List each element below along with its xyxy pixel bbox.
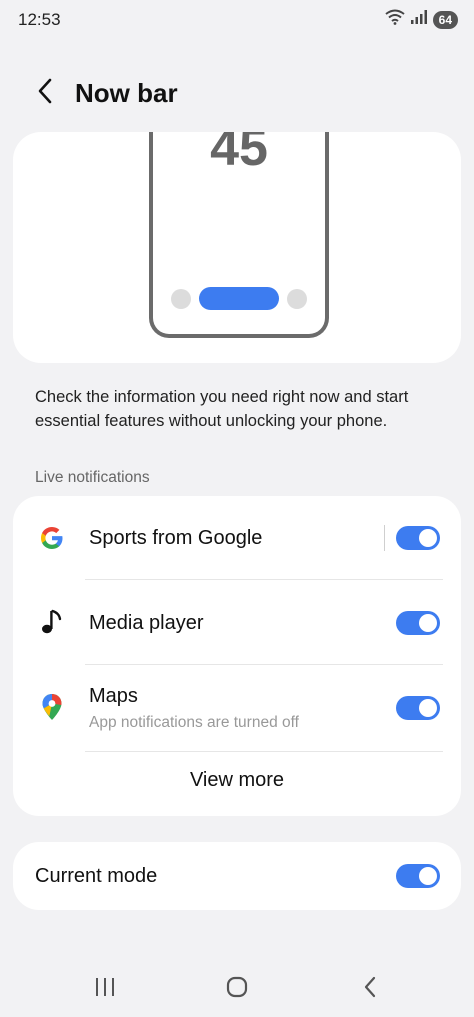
- vertical-separator: [384, 525, 385, 551]
- now-bar-dot-right: [287, 289, 307, 309]
- signal-icon: [410, 10, 427, 29]
- status-time: 12:53: [18, 10, 61, 29]
- back-button[interactable]: [28, 76, 62, 110]
- view-more-button[interactable]: View more: [13, 769, 461, 792]
- recent-apps-icon: [94, 977, 116, 1002]
- list-item-media-player[interactable]: Media player: [13, 580, 461, 664]
- list-item-sports-from-google[interactable]: Sports from Google: [13, 496, 461, 580]
- now-bar-pill: [199, 287, 279, 310]
- preview-card: 45: [13, 132, 461, 363]
- chevron-left-icon: [37, 78, 53, 109]
- battery-icon: 64: [432, 10, 458, 29]
- item-title: Maps: [89, 685, 138, 707]
- maps-pin-icon: [37, 692, 67, 722]
- home-icon: [225, 975, 249, 1004]
- list-item-maps[interactable]: Maps App notifications are turned off: [13, 665, 461, 751]
- section-label-live-notifications: Live notifications: [35, 469, 150, 486]
- description-text: Check the information you need right now…: [35, 388, 409, 430]
- sports-from-google-toggle[interactable]: [396, 526, 440, 550]
- now-bar-dot-left: [171, 289, 191, 309]
- google-icon: [37, 523, 67, 553]
- live-notifications-list: Sports from Google Media player Maps App…: [13, 496, 461, 816]
- recent-apps-button[interactable]: [85, 973, 125, 1005]
- wifi-icon: [385, 9, 405, 30]
- status-bar: 12:53 64: [0, 0, 474, 40]
- app-header: Now bar: [0, 70, 474, 116]
- navigation-bar: [0, 965, 474, 1013]
- item-subtitle: App notifications are turned off: [89, 714, 299, 731]
- music-note-icon: [37, 607, 67, 637]
- current-mode-label: Current mode: [35, 865, 158, 887]
- item-title: Sports from Google: [89, 527, 263, 549]
- status-icons: 64: [385, 9, 458, 30]
- home-button[interactable]: [217, 973, 257, 1005]
- divider: [85, 751, 443, 752]
- page-title: Now bar: [75, 78, 178, 108]
- media-player-toggle[interactable]: [396, 611, 440, 635]
- preview-number: 45: [210, 132, 268, 177]
- maps-toggle[interactable]: [396, 696, 440, 720]
- current-mode-card[interactable]: Current mode: [13, 842, 461, 910]
- current-mode-toggle[interactable]: [396, 864, 440, 888]
- phone-illustration: 45: [149, 132, 329, 338]
- item-title: Media player: [89, 612, 204, 634]
- back-nav-icon: [363, 976, 377, 1003]
- back-nav-button[interactable]: [350, 973, 390, 1005]
